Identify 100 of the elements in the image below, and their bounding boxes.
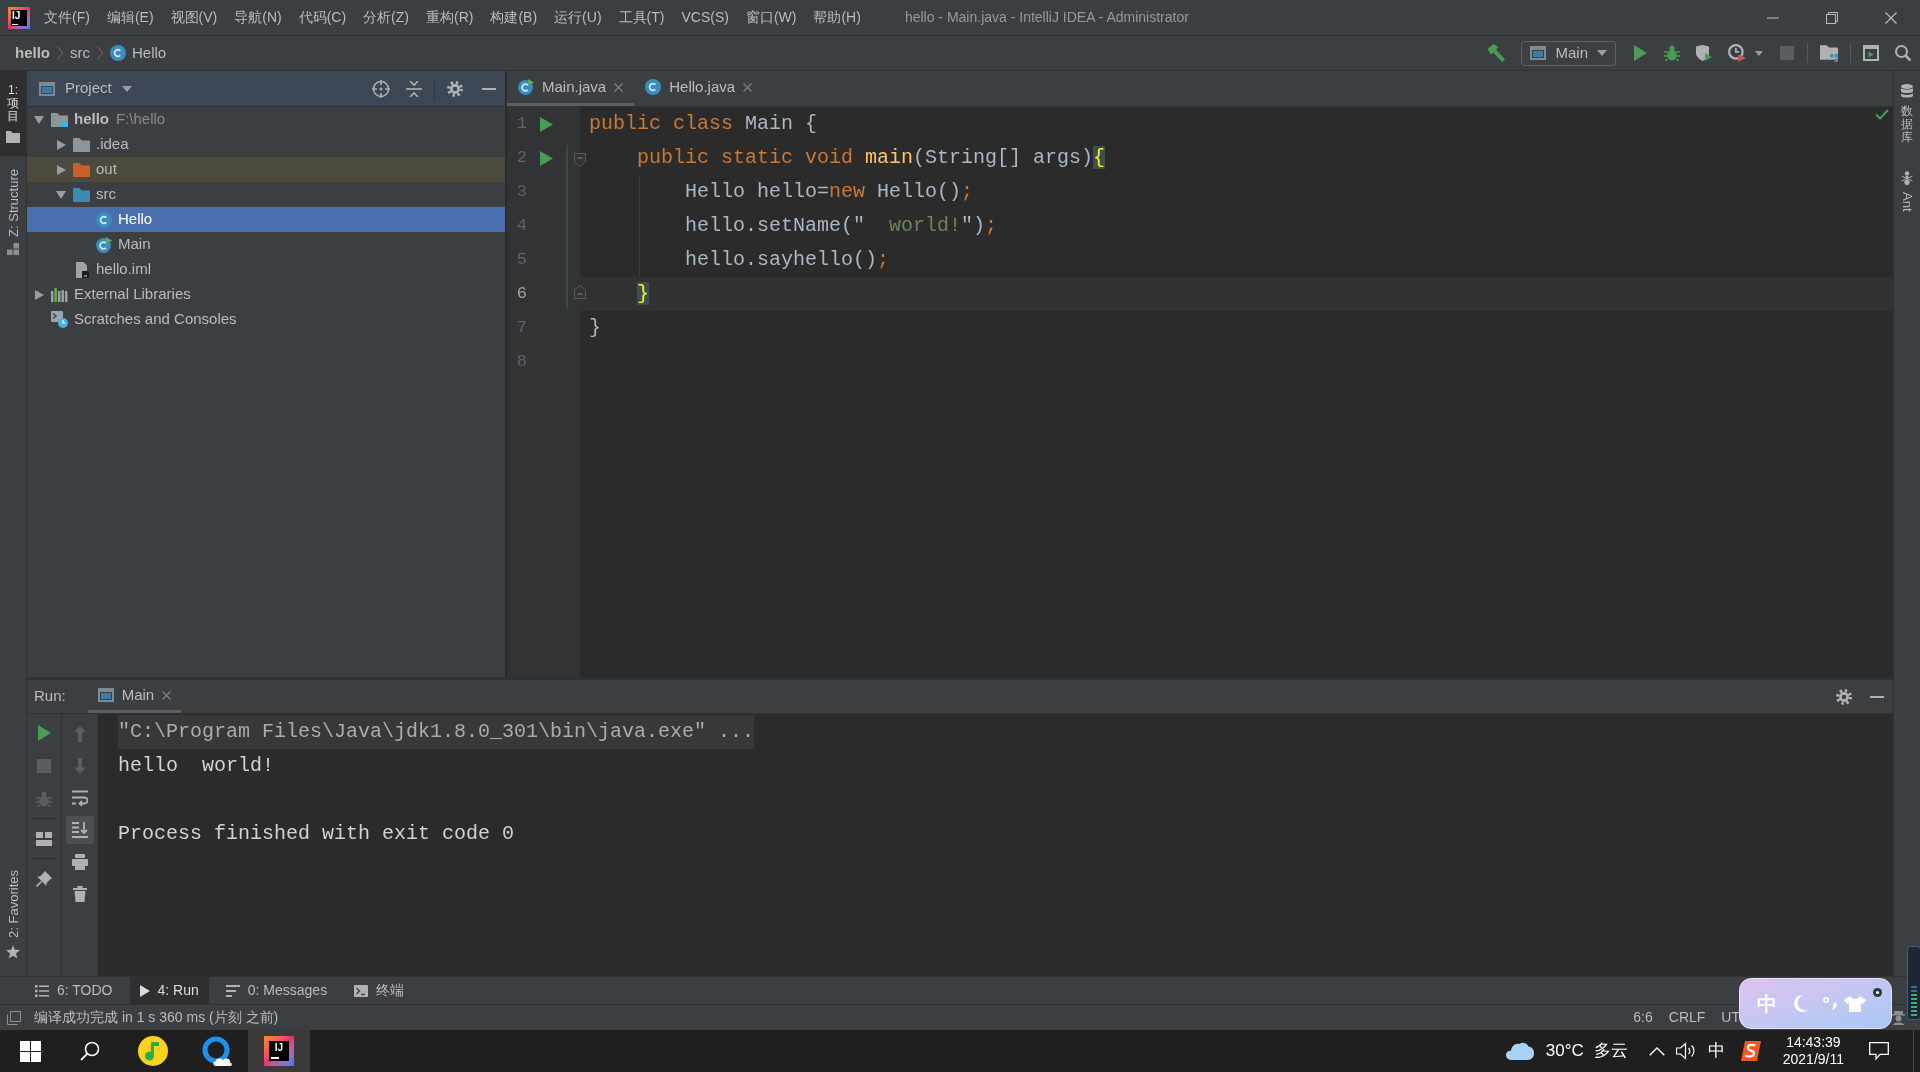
minimize-icon[interactable]	[482, 87, 496, 90]
tree-item[interactable]: .idea	[52, 132, 129, 157]
speaker-icon[interactable]	[1675, 1042, 1696, 1060]
collapse-all-icon[interactable]	[406, 80, 422, 97]
person-icon[interactable]	[1892, 1010, 1905, 1025]
tool-window-tab[interactable]: 6: TODO	[25, 977, 123, 1004]
search-icon[interactable]	[80, 1041, 100, 1061]
breadcrumb-item[interactable]: hello	[15, 41, 50, 65]
hammer-icon[interactable]	[1487, 44, 1506, 62]
clock-time[interactable]: 14:43:39	[1786, 1034, 1841, 1051]
weather-temperature[interactable]: 30°C	[1545, 1038, 1584, 1064]
cursor-position[interactable]: 6:6	[1633, 1007, 1653, 1028]
close-icon[interactable]	[162, 690, 172, 700]
tool-window-tab[interactable]: 0: Messages	[215, 977, 338, 1004]
tool-window-tab[interactable]: 数据库	[1901, 84, 1913, 145]
breadcrumb-item[interactable]: Hello	[110, 41, 167, 65]
caret-down-icon[interactable]	[1755, 50, 1763, 56]
tree-item[interactable]: src	[52, 182, 116, 207]
tool-window-tab[interactable]: 1: 项目	[0, 71, 26, 156]
menu-item[interactable]: 窗口(W)	[745, 7, 797, 28]
sogou-icon[interactable]	[1740, 1041, 1761, 1061]
code-line: hello.setName(" world!");	[685, 213, 998, 239]
clock-date[interactable]: 2021/9/11	[1782, 1051, 1844, 1068]
weather-condition[interactable]: 多云	[1593, 1038, 1628, 1064]
menu-item[interactable]: 代码(C)	[298, 7, 347, 28]
pin-icon[interactable]	[36, 870, 52, 887]
tree-item[interactable]: Hello	[27, 207, 505, 232]
menu-item[interactable]: 运行(U)	[554, 7, 602, 28]
menu-item[interactable]: 分析(Z)	[363, 7, 409, 28]
bug-icon[interactable]	[1664, 45, 1680, 61]
menu-item[interactable]: 帮助(H)	[813, 7, 861, 28]
tree-item[interactable]: hello F:\hello	[30, 107, 166, 132]
caret-down-icon[interactable]	[56, 190, 66, 199]
scroll-to-end-icon[interactable]	[65, 816, 94, 844]
folder-icon	[73, 137, 90, 152]
tree-item[interactable]: External Libraries	[30, 282, 191, 307]
caret-down-icon[interactable]	[121, 85, 132, 92]
ring-icon[interactable]	[1873, 988, 1882, 997]
locate-icon[interactable]	[372, 79, 390, 98]
tool-window-tab[interactable]: 2: Favorites	[6, 870, 20, 959]
panel-toggle-icon[interactable]	[7, 1010, 21, 1025]
menu-item[interactable]: 构建(B)	[490, 7, 538, 28]
tree-item[interactable]: out	[27, 157, 505, 182]
tool-window-tab[interactable]: Z: Structure	[6, 168, 20, 256]
line-separator[interactable]: CRLF	[1668, 1007, 1706, 1028]
windows-logo-icon[interactable]	[19, 1040, 41, 1062]
layout-icon[interactable]	[36, 830, 52, 847]
caret-right-icon[interactable]	[56, 164, 66, 175]
printer-icon[interactable]	[71, 854, 88, 870]
notification-icon[interactable]	[1869, 1042, 1889, 1060]
caret-right-icon[interactable]	[34, 289, 44, 300]
play-icon[interactable]	[36, 724, 52, 741]
minimize-icon[interactable]	[1767, 16, 1779, 19]
tool-window-tab[interactable]: 4: Run	[129, 977, 209, 1004]
clock-play-icon[interactable]	[1728, 44, 1746, 62]
close-icon[interactable]	[1885, 11, 1897, 24]
minimize-icon[interactable]	[1870, 695, 1884, 698]
editor-tab[interactable]: Hello.java	[634, 71, 764, 106]
tree-item[interactable]: Scratches and Consoles	[51, 307, 237, 332]
trash-icon[interactable]	[71, 886, 88, 902]
folder-icon	[6, 130, 20, 143]
file-icon	[74, 261, 89, 278]
tool-window-tab[interactable]: Ant	[1900, 170, 1914, 212]
caret-down-icon[interactable]	[1597, 50, 1607, 56]
fold-icon[interactable]	[574, 285, 586, 299]
project-view-dropdown[interactable]: Project	[39, 77, 132, 100]
menu-item[interactable]: 文件(F)	[44, 7, 90, 28]
wrap-icon[interactable]	[71, 790, 88, 806]
menu-item[interactable]: 重构(R)	[426, 7, 474, 28]
music-app-icon[interactable]	[138, 1036, 168, 1066]
shield-play-icon[interactable]	[1696, 45, 1712, 61]
class-icon	[110, 45, 126, 61]
close-icon[interactable]	[614, 82, 624, 92]
fold-icon[interactable]	[574, 153, 586, 167]
taskbar-app-button[interactable]: IJ	[248, 1030, 310, 1072]
file-encoding[interactable]: UT	[1721, 1007, 1740, 1028]
run-config-dropdown[interactable]: Main	[1521, 40, 1616, 66]
menu-item[interactable]: VCS(S)	[681, 7, 729, 28]
menu-item[interactable]: 导航(N)	[234, 7, 282, 28]
caret-down-icon[interactable]	[34, 115, 44, 124]
run-gutter-icon[interactable]	[540, 150, 553, 166]
run-gutter-icon[interactable]	[540, 116, 553, 132]
folder-grid-icon[interactable]	[1820, 44, 1838, 62]
close-icon[interactable]	[743, 82, 753, 92]
restore-icon[interactable]	[1826, 11, 1838, 24]
tool-window-tab[interactable]: 终端	[344, 977, 415, 1004]
menu-item[interactable]: 工具(T)	[618, 7, 665, 28]
caret-right-icon[interactable]	[56, 139, 66, 150]
breadcrumb-item[interactable]: src	[70, 41, 90, 65]
menu-item[interactable]: 编辑(E)	[106, 7, 154, 28]
browser-app-icon[interactable]	[202, 1036, 232, 1066]
tree-item[interactable]: hello.iml	[73, 257, 152, 282]
play-icon[interactable]	[1632, 45, 1648, 61]
menu-item[interactable]: 视图(V)	[170, 7, 218, 28]
tree-item[interactable]: Main	[95, 232, 151, 257]
window-play-icon[interactable]	[1863, 45, 1879, 61]
settings-icon[interactable]	[1836, 688, 1852, 705]
input-mode-indicator[interactable]: 中	[1707, 1038, 1725, 1064]
settings-icon[interactable]	[447, 80, 463, 97]
chevron-up-icon[interactable]	[1648, 1046, 1665, 1056]
